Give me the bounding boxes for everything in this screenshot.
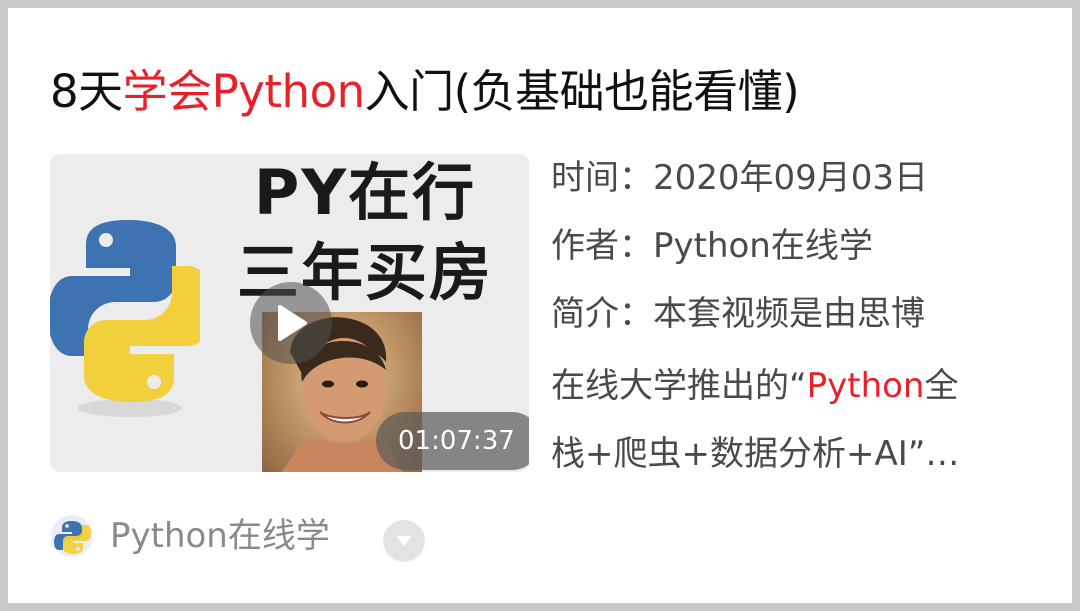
intro-text-1: 本套视频是由思博 (653, 294, 925, 334)
play-icon (278, 305, 307, 341)
intro-text-2-highlight: Python (806, 366, 925, 406)
author-value: Python在线学 (653, 226, 873, 266)
python-logo-icon (51, 515, 93, 557)
time-value: 2020年09月03日 (653, 158, 929, 198)
author-info: 作者：Python在线学 (551, 226, 873, 266)
article-title[interactable]: 8天学会Python入门(负基础也能看懂) (50, 62, 800, 122)
time-label: 时间： (551, 158, 653, 198)
video-duration-badge: 01:07:37 (376, 412, 529, 470)
expand-button[interactable] (383, 520, 425, 562)
title-prefix: 8天 (50, 65, 123, 118)
intro-text-2c: 全 (924, 366, 959, 406)
python-logo-icon (50, 220, 200, 417)
title-highlight: 学会Python (122, 65, 365, 118)
thumbnail-caption-line1: PY在行 (253, 156, 477, 229)
author-label: 作者： (551, 226, 653, 266)
intro-label: 简介： (551, 294, 653, 334)
video-thumbnail[interactable]: PY在行 三年买房 01:07:37 (50, 154, 529, 472)
intro-line-3: 栈+爬虫+数据分析+AI”… (551, 434, 960, 474)
intro-text-2a: 在线大学推出的“ (551, 366, 807, 406)
article-card[interactable]: 8天学会Python入门(负基础也能看懂) PY在行 三年买房 01:07:37… (8, 8, 1072, 603)
intro-line-1: 简介：本套视频是由思博 (551, 294, 925, 334)
account-name[interactable]: Python在线学 (110, 516, 330, 556)
chevron-down-icon (396, 536, 412, 546)
intro-line-2: 在线大学推出的“Python全 (551, 366, 958, 406)
publish-time: 时间：2020年09月03日 (551, 158, 928, 198)
title-suffix: 入门(负基础也能看懂) (364, 65, 800, 118)
play-button[interactable] (250, 282, 332, 364)
thumbnail-caption-line2: 三年买房 (236, 236, 493, 309)
